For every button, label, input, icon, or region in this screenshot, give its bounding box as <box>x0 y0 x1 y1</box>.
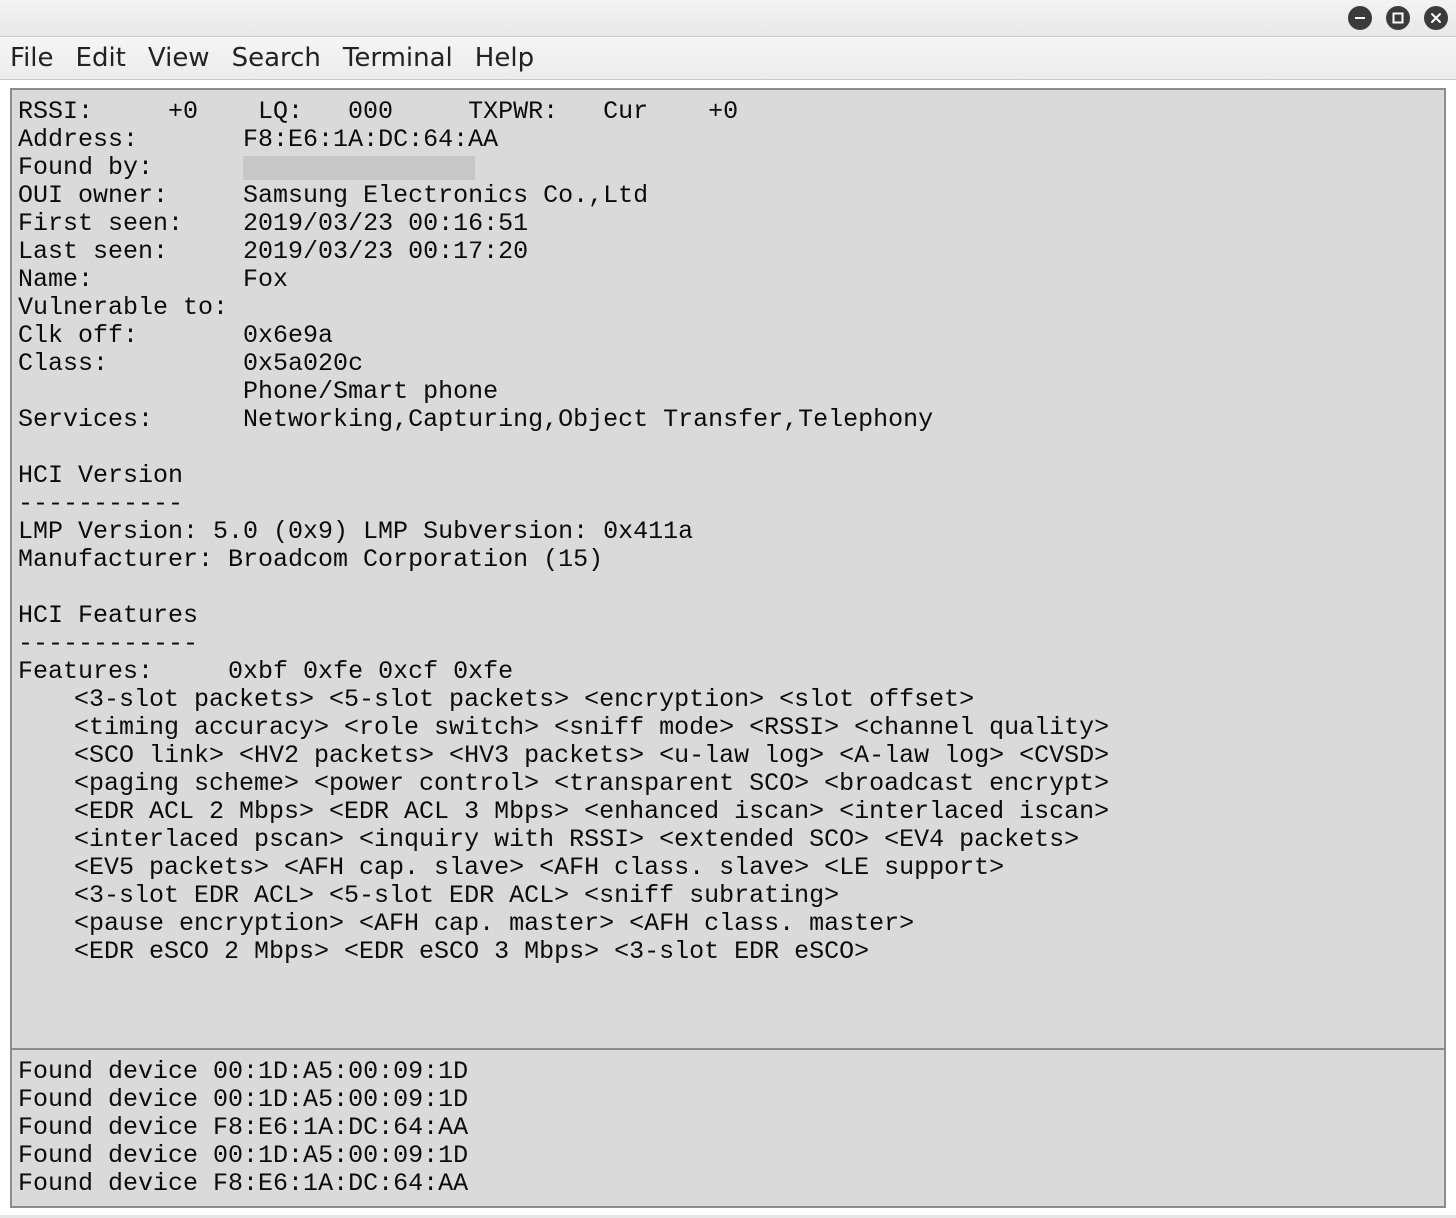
close-icon <box>1430 12 1442 24</box>
hci-feature-line: <paging scheme> <power control> <transpa… <box>18 770 1438 798</box>
hci-feature-line: <interlaced pscan> <inquiry with RSSI> <… <box>18 826 1438 854</box>
services-row: Services: Networking,Capturing,Object Tr… <box>18 406 1438 434</box>
name-row: Name: Fox <box>18 266 1438 294</box>
vulnerable-label: Vulnerable to: <box>18 293 243 322</box>
foundby-value-redacted <box>243 154 258 182</box>
found-device-line: Found device F8:E6:1A:DC:64:AA <box>18 1170 1438 1198</box>
found-prefix: Found device <box>18 1169 213 1198</box>
oui-label: OUI owner: <box>18 181 243 210</box>
found-address: 00:1D:A5:00:09:1D <box>213 1057 468 1086</box>
hci-version-sep: ----------- <box>18 490 1438 518</box>
clkoff-row: Clk off: 0x6e9a <box>18 322 1438 350</box>
firstseen-value: 2019/03/23 00:16:51 <box>243 209 528 238</box>
class-desc-value: Phone/Smart phone <box>243 377 498 406</box>
terminal-output-bottom: Found device 00:1D:A5:00:09:1D Found dev… <box>12 1050 1444 1206</box>
found-prefix: Found device <box>18 1113 213 1142</box>
class-desc-row: Phone/Smart phone <box>18 378 1438 406</box>
found-address: F8:E6:1A:DC:64:AA <box>213 1169 468 1198</box>
hci-feature-line: <pause encryption> <AFH cap. master> <AF… <box>18 910 1438 938</box>
address-row: Address: F8:E6:1A:DC:64:AA <box>18 126 1438 154</box>
found-device-line: Found device 00:1D:A5:00:09:1D <box>18 1142 1438 1170</box>
found-address: 00:1D:A5:00:09:1D <box>213 1085 468 1114</box>
hci-features-head-value: 0xbf 0xfe 0xcf 0xfe <box>228 657 513 686</box>
menubar: File Edit View Search Terminal Help <box>0 37 1456 80</box>
terminal-output-top: RSSI: +0 LQ: 000 TXPWR: Cur +0 Address: … <box>12 90 1444 974</box>
hci-version-title: HCI Version <box>18 462 1438 490</box>
blank-line <box>18 574 1438 602</box>
menu-terminal[interactable]: Terminal <box>343 43 453 73</box>
found-device-line: Found device F8:E6:1A:DC:64:AA <box>18 1114 1438 1142</box>
hci-feature-line: <3-slot packets> <5-slot packets> <encry… <box>18 686 1438 714</box>
maximize-button[interactable] <box>1386 6 1410 30</box>
hci-feature-line: <SCO link> <HV2 packets> <HV3 packets> <… <box>18 742 1438 770</box>
address-value: F8:E6:1A:DC:64:AA <box>243 125 498 154</box>
hci-version-manuf: Manufacturer: Broadcom Corporation (15) <box>18 546 1438 574</box>
clkoff-label: Clk off: <box>18 321 243 350</box>
hci-feature-line: <EDR eSCO 2 Mbps> <EDR eSCO 3 Mbps> <3-s… <box>18 938 1438 966</box>
lastseen-row: Last seen: 2019/03/23 00:17:20 <box>18 238 1438 266</box>
menu-edit[interactable]: Edit <box>76 43 126 73</box>
hci-features-head: Features: 0xbf 0xfe 0xcf 0xfe <box>18 658 1438 686</box>
address-label: Address: <box>18 125 243 154</box>
menu-file[interactable]: File <box>10 43 54 73</box>
found-device-line: Found device 00:1D:A5:00:09:1D <box>18 1086 1438 1114</box>
name-value: Fox <box>243 265 288 294</box>
found-prefix: Found device <box>18 1057 213 1086</box>
services-value: Networking,Capturing,Object Transfer,Tel… <box>243 405 933 434</box>
hci-features-head-label: Features: <box>18 657 228 686</box>
foundby-row: Found by: <box>18 154 1438 182</box>
terminal[interactable]: RSSI: +0 LQ: 000 TXPWR: Cur +0 Address: … <box>10 88 1446 1208</box>
lastseen-value: 2019/03/23 00:17:20 <box>243 237 528 266</box>
services-label: Services: <box>18 405 243 434</box>
class-row: Class: 0x5a020c <box>18 350 1438 378</box>
class-desc-pad <box>18 377 243 406</box>
clkoff-value: 0x6e9a <box>243 321 333 350</box>
hci-features-sep: ------------ <box>18 630 1438 658</box>
terminal-container: RSSI: +0 LQ: 000 TXPWR: Cur +0 Address: … <box>0 80 1456 1218</box>
hci-version-lmp: LMP Version: 5.0 (0x9) LMP Subversion: 0… <box>18 518 1438 546</box>
lastseen-label: Last seen: <box>18 237 243 266</box>
titlebar <box>0 0 1456 37</box>
found-address: 00:1D:A5:00:09:1D <box>213 1141 468 1170</box>
menu-help[interactable]: Help <box>475 43 534 73</box>
minimize-icon <box>1354 12 1366 24</box>
found-address: F8:E6:1A:DC:64:AA <box>213 1113 468 1142</box>
hci-feature-line: <EV5 packets> <AFH cap. slave> <AFH clas… <box>18 854 1438 882</box>
firstseen-label: First seen: <box>18 209 243 238</box>
found-device-line: Found device 00:1D:A5:00:09:1D <box>18 1058 1438 1086</box>
found-prefix: Found device <box>18 1085 213 1114</box>
firstseen-row: First seen: 2019/03/23 00:16:51 <box>18 210 1438 238</box>
blank-line <box>18 434 1438 462</box>
hci-features-title: HCI Features <box>18 602 1438 630</box>
menu-view[interactable]: View <box>148 43 210 73</box>
class-label: Class: <box>18 349 243 378</box>
found-prefix: Found device <box>18 1141 213 1170</box>
terminal-window: File Edit View Search Terminal Help RSSI… <box>0 0 1456 1215</box>
rssi-line: RSSI: +0 LQ: 000 TXPWR: Cur +0 <box>18 98 1438 126</box>
name-label: Name: <box>18 265 243 294</box>
hci-feature-line: <EDR ACL 2 Mbps> <EDR ACL 3 Mbps> <enhan… <box>18 798 1438 826</box>
hci-feature-line: <timing accuracy> <role switch> <sniff m… <box>18 714 1438 742</box>
hci-feature-line: <3-slot EDR ACL> <5-slot EDR ACL> <sniff… <box>18 882 1438 910</box>
foundby-label: Found by: <box>18 153 243 182</box>
maximize-icon <box>1392 12 1404 24</box>
class-value: 0x5a020c <box>243 349 363 378</box>
terminal-spacer <box>12 974 1444 1048</box>
vulnerable-row: Vulnerable to: <box>18 294 1438 322</box>
close-button[interactable] <box>1424 6 1448 30</box>
menu-search[interactable]: Search <box>232 43 321 73</box>
minimize-button[interactable] <box>1348 6 1372 30</box>
oui-row: OUI owner: Samsung Electronics Co.,Ltd <box>18 182 1438 210</box>
oui-value: Samsung Electronics Co.,Ltd <box>243 181 648 210</box>
